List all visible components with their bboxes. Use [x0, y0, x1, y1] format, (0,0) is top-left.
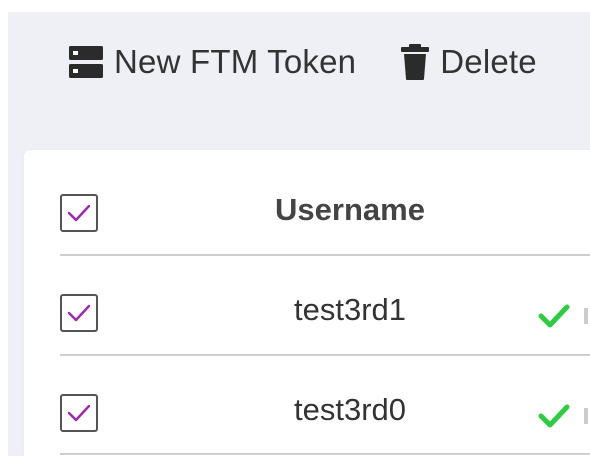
check-icon [538, 304, 570, 328]
table-header-row: Username [60, 156, 590, 256]
cell-username: test3rd0 [293, 392, 406, 427]
status-cell [538, 296, 590, 336]
row-divider [60, 453, 590, 455]
cell-username: test3rd1 [293, 292, 406, 327]
check-mark-icon [67, 304, 91, 322]
status-cell [538, 396, 590, 436]
delete-label: Delete [440, 43, 537, 80]
new-ftm-token-label: New FTM Token [114, 43, 357, 80]
table-row[interactable]: test3rd1 [60, 256, 590, 356]
row-checkbox[interactable] [60, 394, 98, 432]
toolbar: New FTM Token Delete [8, 12, 590, 112]
trash-icon [400, 43, 430, 81]
top-strip [0, 0, 590, 12]
server-icon [68, 44, 104, 80]
new-ftm-token-button[interactable]: New FTM Token [68, 38, 356, 86]
users-table-card: Username test3rd1 test3rd0 [24, 150, 590, 456]
row-checkbox[interactable] [60, 294, 98, 332]
check-icon [538, 404, 570, 428]
truncated-cell [584, 308, 588, 324]
select-all-checkbox[interactable] [60, 194, 98, 232]
delete-button[interactable]: Delete [400, 38, 537, 86]
check-mark-icon [67, 404, 91, 422]
table-row[interactable]: test3rd0 [60, 356, 590, 456]
truncated-cell [584, 408, 588, 424]
check-mark-icon [67, 204, 91, 222]
column-header-username[interactable]: Username [250, 188, 450, 232]
